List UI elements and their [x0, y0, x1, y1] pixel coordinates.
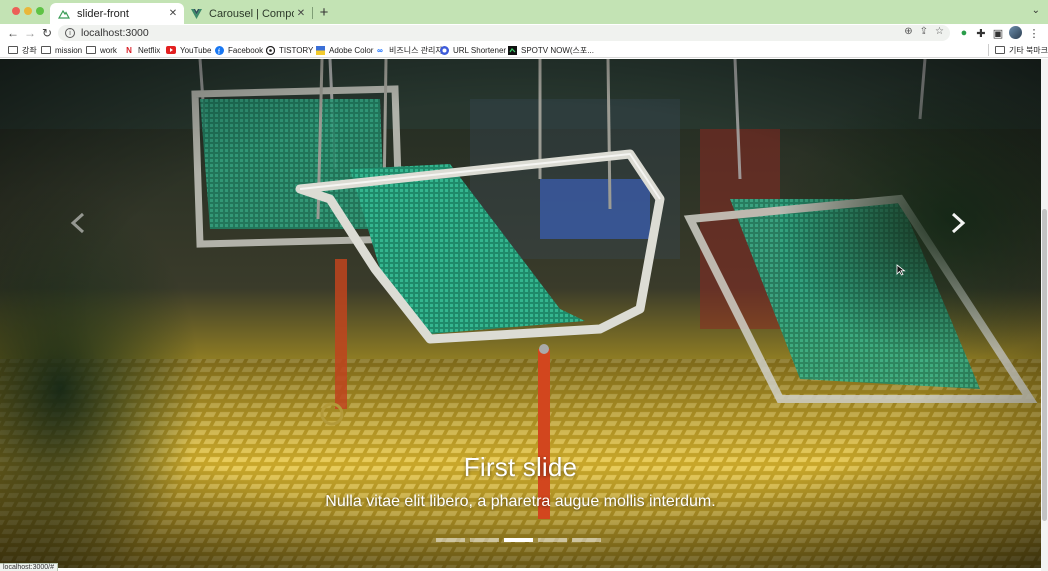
- meta-icon: ∞: [377, 45, 383, 55]
- tab-title: slider-front: [77, 7, 129, 20]
- url-shortener-icon: [439, 45, 449, 55]
- carousel-next-button[interactable]: [938, 199, 978, 247]
- close-tab-icon[interactable]: ✕: [166, 7, 180, 21]
- close-tab-icon[interactable]: ✕: [294, 7, 308, 21]
- bookmark-item[interactable]: work: [86, 43, 117, 57]
- bookmark-item[interactable]: TISTORY: [265, 43, 313, 57]
- bookmark-item[interactable]: Adobe Color: [315, 43, 373, 57]
- bookmark-item[interactable]: ∞ 비즈니스 관리자: [375, 43, 443, 57]
- bookmark-item[interactable]: mission: [41, 43, 82, 57]
- forward-arrow-icon[interactable]: →: [22, 25, 38, 41]
- carousel-indicators: [436, 538, 601, 542]
- status-bar-link-preview: localhost:3000/#: [0, 563, 58, 571]
- new-tab-button[interactable]: +: [316, 4, 332, 21]
- page-viewport: First slide Nulla vitae elit libero, a p…: [0, 59, 1041, 568]
- bookmark-item[interactable]: N Netflix: [124, 43, 160, 57]
- youtube-icon: [166, 46, 176, 55]
- browser-tab-strip: slider-front ✕ Carousel | Components | B…: [0, 0, 1048, 24]
- bookmarks-bar: 강좌 mission work N Netflix YouTube f Face…: [0, 42, 1048, 58]
- bookmark-item[interactable]: YouTube: [166, 43, 211, 57]
- netflix-icon: N: [126, 45, 132, 55]
- carousel-indicator-1[interactable]: [436, 538, 465, 542]
- adobe-color-icon: [315, 45, 325, 55]
- address-bar[interactable]: i localhost:3000 ⊕ ⇪ ☆: [58, 25, 950, 41]
- share-icon[interactable]: ⇪: [920, 26, 928, 37]
- carousel-indicator-3[interactable]: [504, 538, 533, 542]
- back-arrow-icon[interactable]: ←: [5, 25, 21, 41]
- tab-search-chevron-icon[interactable]: ⌄: [1032, 5, 1040, 16]
- carousel-prev-button[interactable]: [58, 199, 98, 247]
- reload-icon[interactable]: ↻: [39, 25, 55, 41]
- slide-image-swing-ride: [0, 59, 1041, 568]
- scrollbar-thumb[interactable]: [1042, 209, 1047, 521]
- carousel-indicator-5[interactable]: [572, 538, 601, 542]
- extensions-puzzle-icon[interactable]: ✚: [974, 26, 988, 40]
- address-url[interactable]: localhost:3000: [81, 27, 149, 39]
- other-bookmarks[interactable]: 기타 북마크: [995, 43, 1048, 57]
- site-info-icon[interactable]: i: [65, 28, 75, 38]
- minimize-window-button[interactable]: [24, 7, 32, 15]
- vue-favicon-icon: [190, 8, 202, 20]
- maximize-window-button[interactable]: [36, 7, 44, 15]
- tab-bootstrap-carousel[interactable]: Carousel | Components | Bootst ✕: [184, 3, 312, 24]
- folder-icon: [8, 46, 18, 55]
- folder-icon: [86, 46, 96, 55]
- spotv-icon: [507, 45, 517, 55]
- folder-icon: [995, 46, 1005, 55]
- page-scrollbar[interactable]: [1041, 59, 1048, 571]
- react-app-favicon-icon: [58, 8, 70, 20]
- bookmark-star-icon[interactable]: ☆: [935, 26, 944, 37]
- chevron-left-icon: [70, 212, 85, 234]
- close-window-button[interactable]: [12, 7, 20, 15]
- facebook-icon: f: [214, 45, 224, 55]
- carousel-indicator-2[interactable]: [470, 538, 499, 542]
- carousel: First slide Nulla vitae elit libero, a p…: [0, 59, 1041, 568]
- tab-slider-front[interactable]: slider-front ✕: [50, 3, 184, 24]
- tab-divider: [312, 7, 313, 19]
- chevron-right-icon: [951, 212, 966, 234]
- slide-title: First slide: [463, 452, 578, 482]
- extension-green-icon[interactable]: ●: [957, 26, 971, 40]
- slide-text: Nulla vitae elit libero, a pharetra augu…: [325, 493, 716, 510]
- more-menu-icon[interactable]: ⋮: [1027, 26, 1041, 40]
- svg-text:f: f: [218, 49, 220, 55]
- profile-avatar[interactable]: [1009, 26, 1022, 39]
- mouse-pointer-icon: [896, 264, 906, 276]
- bookmark-item[interactable]: SPOTV NOW(스포...: [507, 43, 594, 57]
- bookmarks-divider: [988, 44, 989, 56]
- tistory-icon: [265, 45, 275, 55]
- zoom-icon[interactable]: ⊕: [904, 26, 912, 37]
- bookmark-item[interactable]: f Facebook: [214, 43, 263, 57]
- bookmark-item[interactable]: 강좌: [8, 43, 37, 57]
- folder-icon: [41, 46, 51, 55]
- carousel-indicator-4[interactable]: [538, 538, 567, 542]
- bookmark-item[interactable]: URL Shortener: [439, 43, 506, 57]
- browser-toolbar: ← → ↻ i localhost:3000 ⊕ ⇪ ☆ ● ✚ ▣ ⋮: [0, 24, 1048, 42]
- tab-title: Carousel | Components | Bootst: [209, 7, 294, 20]
- side-panel-icon[interactable]: ▣: [991, 26, 1005, 40]
